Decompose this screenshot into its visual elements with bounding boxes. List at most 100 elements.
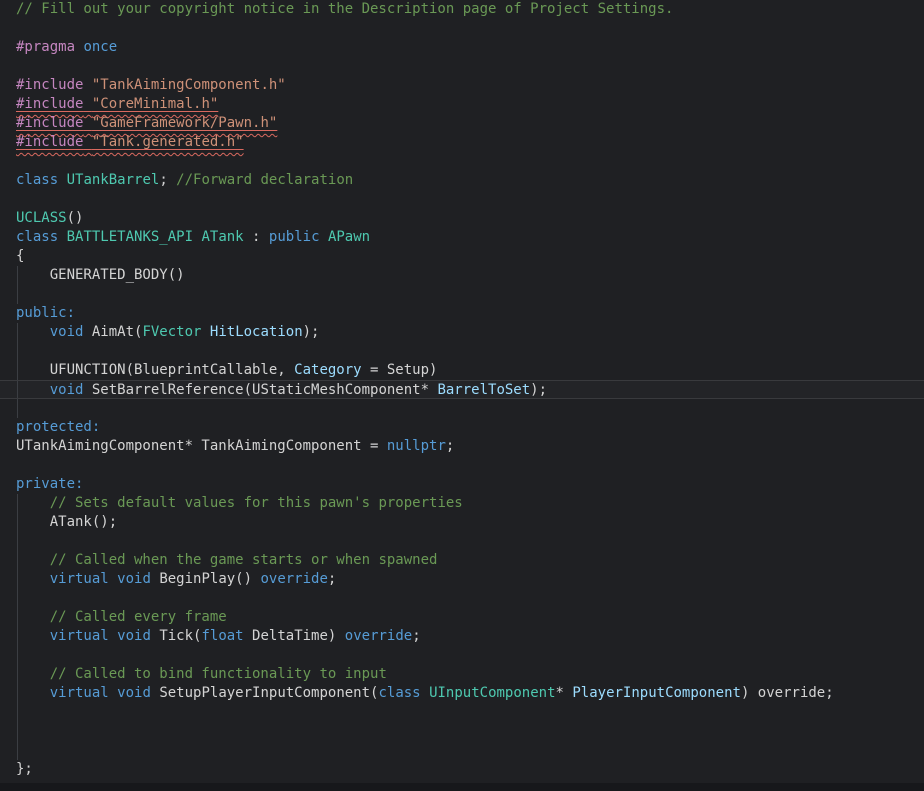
code-line[interactable]: class UTankBarrel; //Forward declaration xyxy=(0,171,924,190)
code-token: Category xyxy=(294,362,362,378)
code-line-current[interactable]: void SetBarrelReference(UStaticMeshCompo… xyxy=(0,380,924,399)
code-line[interactable]: // Sets default values for this pawn's p… xyxy=(0,494,924,513)
code-line[interactable]: #include "Tank.generated.h" xyxy=(0,133,924,152)
code-line[interactable]: class BATTLETANKS_API ATank : public APa… xyxy=(0,228,924,247)
code-token: }; xyxy=(16,761,33,777)
code-line[interactable] xyxy=(0,722,924,741)
code-token: ; xyxy=(327,571,337,587)
code-line[interactable]: virtual void SetupPlayerInputComponent(c… xyxy=(0,684,924,703)
code-line[interactable]: UCLASS() xyxy=(0,209,924,228)
code-token: * xyxy=(555,685,573,701)
code-line[interactable] xyxy=(0,152,924,171)
code-line[interactable]: // Called when the game starts or when s… xyxy=(0,551,924,570)
code-line[interactable] xyxy=(0,741,924,760)
code-line[interactable]: public: xyxy=(0,304,924,323)
code-token: once xyxy=(83,39,118,55)
include-error-squiggle: #include "GameFramework/Pawn.h" xyxy=(16,115,277,131)
code-line[interactable]: protected: xyxy=(0,418,924,437)
code-token: BarrelToSet xyxy=(437,382,531,398)
code-token: ATank(); xyxy=(16,514,118,530)
code-line[interactable]: virtual void BeginPlay() override; xyxy=(0,570,924,589)
code-line[interactable] xyxy=(0,703,924,722)
code-line[interactable] xyxy=(0,342,924,361)
code-line[interactable]: // Called every frame xyxy=(0,608,924,627)
code-line[interactable]: // Called to bind functionality to input xyxy=(0,665,924,684)
bottom-panel-edge xyxy=(0,783,924,791)
code-line[interactable]: #include "GameFramework/Pawn.h" xyxy=(0,114,924,133)
code-token: "Tank.generated.h" xyxy=(91,134,244,150)
code-token: void xyxy=(49,324,84,340)
code-token: SetBarrelReference(UStaticMeshComponent* xyxy=(83,382,438,398)
code-token: ATank xyxy=(201,229,244,245)
code-token: float xyxy=(201,628,244,644)
code-line[interactable]: ATank(); xyxy=(0,513,924,532)
code-line[interactable]: #pragma once xyxy=(0,38,924,57)
code-token: ) override; xyxy=(740,685,834,701)
code-token: : xyxy=(243,229,269,245)
code-line[interactable] xyxy=(0,456,924,475)
code-token: BATTLETANKS_API xyxy=(66,229,194,245)
code-token: public: xyxy=(16,305,76,321)
code-token: "GameFramework/Pawn.h" xyxy=(91,115,278,131)
include-error-squiggle: #include "Tank.generated.h" xyxy=(16,134,244,150)
code-line[interactable]: UTankAimingComponent* TankAimingComponen… xyxy=(0,437,924,456)
code-token: virtual xyxy=(49,571,109,587)
code-line[interactable]: private: xyxy=(0,475,924,494)
code-token: override xyxy=(260,571,328,587)
code-token: GENERATED_BODY() xyxy=(16,267,185,283)
code-line[interactable] xyxy=(0,589,924,608)
code-token: ); xyxy=(530,382,548,398)
code-line[interactable]: #include "CoreMinimal.h" xyxy=(0,95,924,114)
code-token: "CoreMinimal.h" xyxy=(91,96,219,112)
code-token: virtual xyxy=(49,628,109,644)
code-token: BeginPlay() xyxy=(150,571,261,587)
code-token: #include xyxy=(16,115,84,131)
code-token: #pragma xyxy=(16,39,76,55)
code-line[interactable]: UFUNCTION(BlueprintCallable, Category = … xyxy=(0,361,924,380)
code-line[interactable] xyxy=(0,399,924,418)
code-token: // Fill out your copyright notice in the… xyxy=(16,1,674,17)
code-area[interactable]: // Fill out your copyright notice in the… xyxy=(0,0,924,779)
code-line[interactable]: }; xyxy=(0,760,924,779)
code-token: { xyxy=(16,248,25,264)
code-line[interactable]: #include "TankAimingComponent.h" xyxy=(0,76,924,95)
code-editor[interactable]: // Fill out your copyright notice in the… xyxy=(0,0,924,791)
code-line[interactable]: { xyxy=(0,247,924,266)
code-token: //Forward declaration xyxy=(176,172,354,188)
code-line[interactable]: void AimAt(FVector HitLocation); xyxy=(0,323,924,342)
code-line[interactable]: GENERATED_BODY() xyxy=(0,266,924,285)
code-token: UFUNCTION(BlueprintCallable, xyxy=(16,362,295,378)
code-line[interactable]: // Fill out your copyright notice in the… xyxy=(0,0,924,19)
code-line[interactable] xyxy=(0,532,924,551)
code-line[interactable] xyxy=(0,285,924,304)
code-token: Tick( xyxy=(150,628,202,644)
code-token: public xyxy=(268,229,320,245)
code-line[interactable] xyxy=(0,57,924,76)
code-line[interactable]: virtual void Tick(float DeltaTime) overr… xyxy=(0,627,924,646)
code-line[interactable] xyxy=(0,646,924,665)
code-line[interactable] xyxy=(0,190,924,209)
code-token: UCLASS xyxy=(16,210,67,226)
code-token: ); xyxy=(302,324,320,340)
code-token: AimAt( xyxy=(83,324,143,340)
code-token: #include xyxy=(16,77,84,93)
code-line[interactable] xyxy=(0,19,924,38)
code-token: #include xyxy=(16,134,84,150)
code-token: void xyxy=(117,685,151,701)
code-token: // Called to bind functionality to input xyxy=(49,666,387,682)
code-token: PlayerInputComponent xyxy=(572,685,741,701)
code-token: ; xyxy=(159,172,177,188)
code-token: private: xyxy=(16,476,84,492)
code-token: FVector xyxy=(142,324,202,340)
